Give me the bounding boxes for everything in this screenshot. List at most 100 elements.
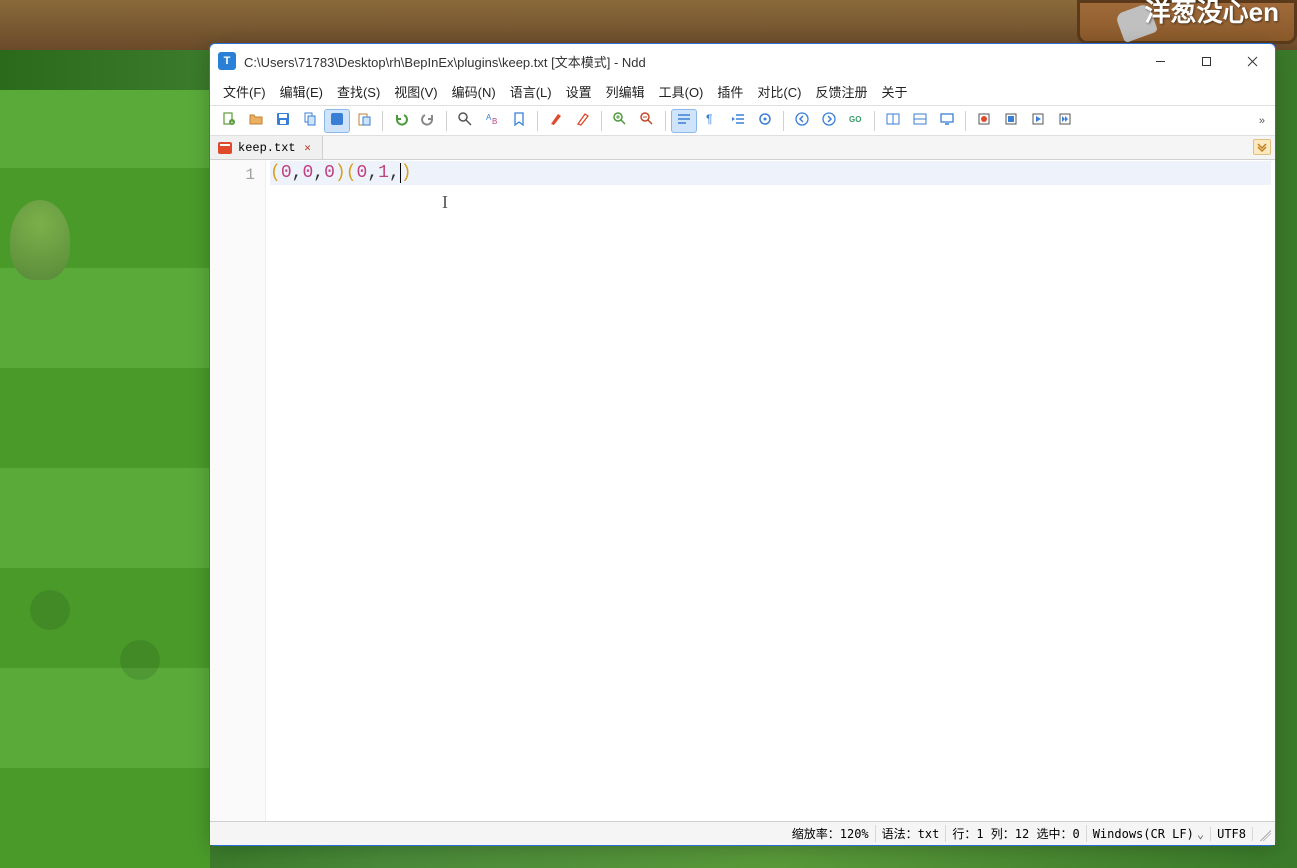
zoom-in-button[interactable]: [607, 109, 633, 133]
menu-encoding[interactable]: 编码(N): [445, 78, 503, 105]
zoom-out-button[interactable]: [634, 109, 660, 133]
goto-icon: GO: [848, 111, 864, 130]
open-file-icon: [248, 111, 264, 130]
stop-icon: [1003, 111, 1019, 130]
close-button[interactable]: [1229, 45, 1275, 77]
indent-icon: [730, 111, 746, 130]
highlight-red-icon: [548, 111, 564, 130]
resize-grip[interactable]: [1257, 827, 1271, 841]
bookmark-icon: [511, 111, 527, 130]
menu-plugin[interactable]: 插件: [710, 78, 750, 105]
status-encoding[interactable]: UTF8: [1211, 827, 1253, 841]
target-icon: [757, 111, 773, 130]
menu-edit[interactable]: 编辑(E): [273, 78, 330, 105]
save-button[interactable]: [270, 109, 296, 133]
video-watermark-text: 洋葱没心en: [1145, 0, 1279, 29]
status-zoom[interactable]: 缩放率：120%: [786, 825, 876, 842]
menu-about[interactable]: 关于: [874, 78, 914, 105]
paste-button[interactable]: [351, 109, 377, 133]
editor-line-1[interactable]: (0,0,0) (0,1,): [270, 161, 1271, 185]
code-token: ,: [367, 161, 378, 185]
tab-bar: keep.txt ✕: [210, 136, 1275, 160]
find-button[interactable]: [452, 109, 478, 133]
monitor-button[interactable]: [934, 109, 960, 133]
pilcrow-icon: ¶: [703, 111, 719, 130]
new-file-icon: +: [221, 111, 237, 130]
goto-button[interactable]: GO: [843, 109, 869, 133]
code-token: ,: [292, 161, 303, 185]
find-icon: [457, 111, 473, 130]
paste-icon: [356, 111, 372, 130]
split-vertical-icon: [912, 111, 928, 130]
menu-tools[interactable]: 工具(O): [652, 78, 711, 105]
minimize-button[interactable]: [1137, 45, 1183, 77]
window-title: C:\Users\71783\Desktop\rh\BepInEx\plugin…: [244, 52, 1137, 71]
open-file-button[interactable]: [243, 109, 269, 133]
app-icon: T: [218, 52, 236, 70]
code-token: (: [346, 161, 357, 185]
code-token: (: [270, 161, 281, 185]
toolbar-overflow-button[interactable]: »: [1255, 115, 1269, 127]
wrap-button[interactable]: [671, 109, 697, 133]
pilcrow-button[interactable]: ¶: [698, 109, 724, 133]
screenshot-icon: [329, 111, 345, 130]
status-bar: 缩放率：120% 语法：txt 行：1 列：12 选中：0 Windows(CR…: [210, 821, 1275, 845]
nav-forward-button[interactable]: [816, 109, 842, 133]
toolbar-separator: [601, 111, 602, 131]
code-token: ,: [389, 161, 400, 185]
status-eol-label: Windows(CR LF): [1093, 827, 1194, 841]
screenshot-button[interactable]: [324, 109, 350, 133]
copy-button[interactable]: [297, 109, 323, 133]
record-button[interactable]: [971, 109, 997, 133]
toolbar-separator: [446, 111, 447, 131]
svg-text:B: B: [492, 117, 497, 126]
code-token: 0: [281, 161, 292, 185]
redo-button[interactable]: [415, 109, 441, 133]
split-vertical-button[interactable]: [907, 109, 933, 133]
target-button[interactable]: [752, 109, 778, 133]
copy-icon: [302, 111, 318, 130]
svg-text:GO: GO: [849, 115, 861, 124]
line-number: 1: [210, 163, 255, 187]
fast-forward-icon: [1057, 111, 1073, 130]
menu-settings[interactable]: 设置: [559, 78, 599, 105]
replace-button[interactable]: AB: [479, 109, 505, 133]
highlight-clear-button[interactable]: [570, 109, 596, 133]
tab-close-button[interactable]: ✕: [302, 142, 314, 154]
status-eol[interactable]: Windows(CR LF)⌄: [1087, 827, 1211, 841]
editor-window: T C:\Users\71783\Desktop\rh\BepInEx\plug…: [209, 43, 1276, 846]
menu-column[interactable]: 列编辑: [599, 78, 652, 105]
document-tab[interactable]: keep.txt ✕: [210, 136, 323, 159]
menu-search[interactable]: 查找(S): [330, 78, 387, 105]
fast-forward-button[interactable]: [1052, 109, 1078, 133]
menu-view[interactable]: 视图(V): [387, 78, 444, 105]
record-icon: [976, 111, 992, 130]
undo-icon: [393, 111, 409, 130]
menu-compare[interactable]: 对比(C): [750, 78, 808, 105]
nav-back-button[interactable]: [789, 109, 815, 133]
tab-overflow-button[interactable]: [1253, 139, 1271, 155]
toolbar-separator: [537, 111, 538, 131]
nav-forward-icon: [821, 111, 837, 130]
replace-icon: AB: [484, 111, 500, 130]
file-icon: [218, 142, 232, 154]
play-button[interactable]: [1025, 109, 1051, 133]
zoom-out-icon: [639, 111, 655, 130]
new-file-button[interactable]: +: [216, 109, 242, 133]
maximize-button[interactable]: [1183, 45, 1229, 77]
toolbar-separator: [665, 111, 666, 131]
split-horizontal-button[interactable]: [880, 109, 906, 133]
undo-button[interactable]: [388, 109, 414, 133]
menu-file[interactable]: 文件(F): [216, 78, 273, 105]
status-syntax[interactable]: 语法：txt: [876, 825, 947, 842]
bookmark-button[interactable]: [506, 109, 532, 133]
menu-language[interactable]: 语言(L): [503, 78, 559, 105]
highlight-red-button[interactable]: [543, 109, 569, 133]
indent-button[interactable]: [725, 109, 751, 133]
title-bar[interactable]: T C:\Users\71783\Desktop\rh\BepInEx\plug…: [210, 44, 1275, 78]
text-editor[interactable]: (0,0,0) (0,1,) I: [266, 160, 1275, 821]
code-token: 1: [378, 161, 389, 185]
save-icon: [275, 111, 291, 130]
menu-feedback[interactable]: 反馈注册: [808, 78, 874, 105]
stop-button[interactable]: [998, 109, 1024, 133]
